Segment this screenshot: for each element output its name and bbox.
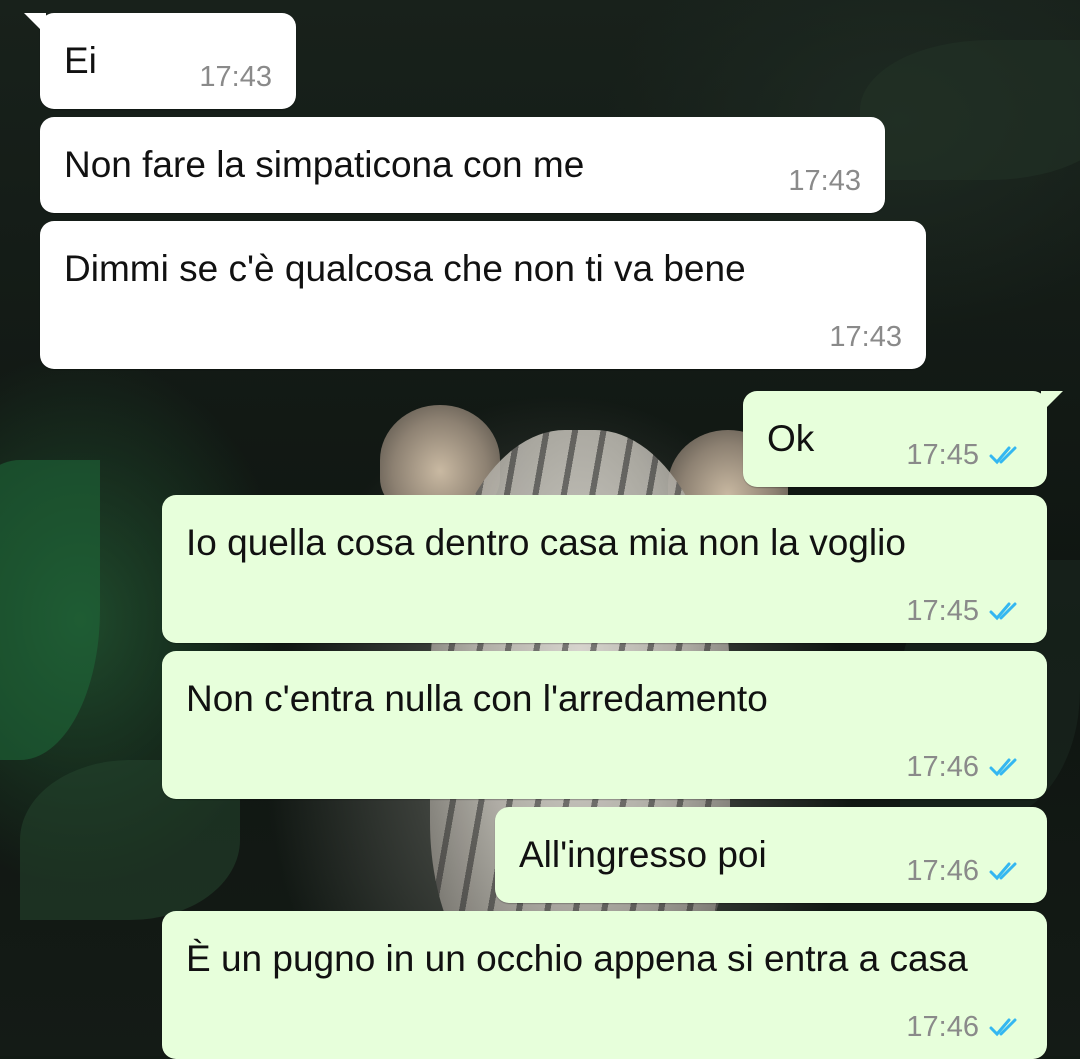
message-timestamp: 17:43: [788, 165, 861, 197]
message-text: Non c'entra nulla con l'arredamento: [186, 678, 768, 719]
message-timestamp: 17:45: [906, 439, 979, 471]
read-receipt-icon: [989, 602, 1017, 621]
message-timestamp: 17:46: [906, 855, 979, 887]
read-receipt-icon: [989, 446, 1017, 465]
message-list[interactable]: Ei 17:43 Non fare la simpaticona con me …: [0, 0, 1080, 1059]
message-text: Dimmi se c'è qualcosa che non ti va bene: [64, 248, 746, 289]
read-receipt-icon: [989, 758, 1017, 777]
message-text: È un pugno in un occhio appena si entra …: [186, 938, 968, 979]
message-text: Io quella cosa dentro casa mia non la vo…: [186, 522, 906, 563]
message-timestamp: 17:43: [829, 321, 902, 353]
message-timestamp: 17:46: [906, 1011, 979, 1043]
message-bubble-incoming[interactable]: Ei 17:43: [24, 13, 296, 109]
message-bubble-outgoing[interactable]: È un pugno in un occhio appena si entra …: [162, 911, 1047, 1059]
message-text: Non fare la simpaticona con me: [64, 144, 585, 185]
message-bubble-outgoing[interactable]: Ok 17:45: [743, 391, 1063, 487]
message-bubble-outgoing[interactable]: Io quella cosa dentro casa mia non la vo…: [162, 495, 1047, 643]
message-timestamp: 17:45: [906, 595, 979, 627]
message-bubble-outgoing[interactable]: All'ingresso poi 17:46: [495, 807, 1047, 903]
message-timestamp: 17:43: [199, 61, 272, 93]
message-bubble-incoming[interactable]: Non fare la simpaticona con me 17:43: [40, 117, 885, 213]
read-receipt-icon: [989, 1018, 1017, 1037]
message-bubble-outgoing[interactable]: Non c'entra nulla con l'arredamento 17:4…: [162, 651, 1047, 799]
read-receipt-icon: [989, 862, 1017, 881]
message-bubble-incoming[interactable]: Dimmi se c'è qualcosa che non ti va bene…: [40, 221, 926, 369]
message-timestamp: 17:46: [906, 751, 979, 783]
